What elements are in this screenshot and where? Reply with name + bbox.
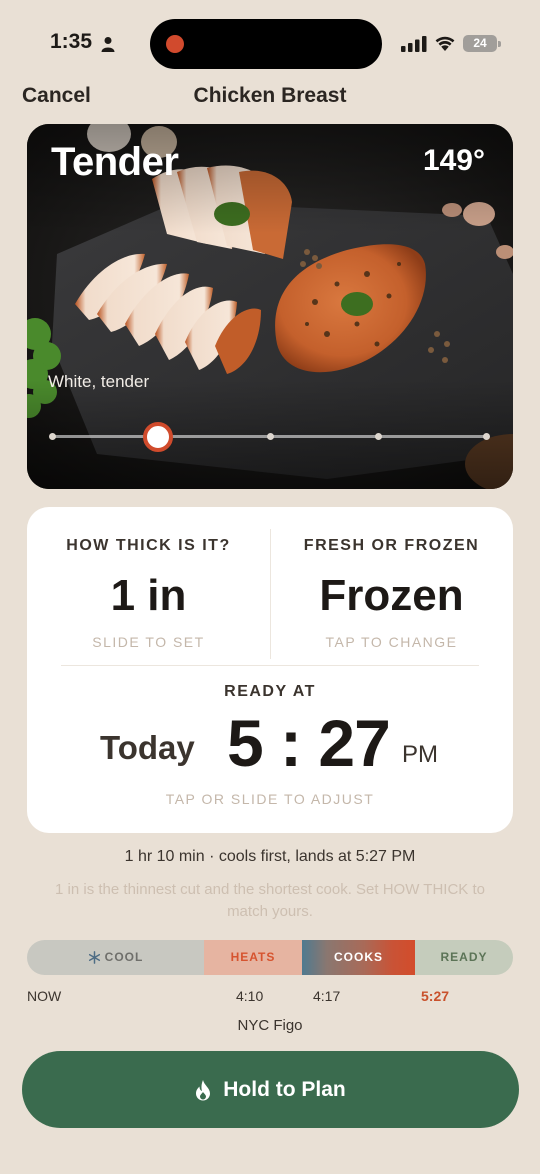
snowflake-icon xyxy=(88,951,100,965)
wifi-icon xyxy=(435,36,455,51)
doneness-hero-card: Tender 149° White, tender xyxy=(27,124,513,489)
doneness-stop[interactable] xyxy=(267,433,274,440)
battery-level: 24 xyxy=(473,36,487,50)
fresh-frozen-hint: TAP TO CHANGE xyxy=(325,634,458,650)
ready-time-picker[interactable]: 5 : 27 xyxy=(227,705,391,781)
cook-summary: 1 hr 10 min · cools first, lands at 5:27… xyxy=(124,848,416,865)
timeline-segment-cooks: COOKS xyxy=(302,940,415,975)
thickness-hint: SLIDE TO SET xyxy=(92,634,205,650)
doneness-stop[interactable] xyxy=(49,433,56,440)
battery-cap xyxy=(498,41,501,47)
hold-to-plan-button[interactable]: Hold to Plan xyxy=(22,1051,519,1128)
ready-day: Today xyxy=(100,729,195,766)
timeline-segment-ready: READY xyxy=(415,940,513,975)
doneness-slider-thumb[interactable] xyxy=(143,422,173,452)
fresh-frozen-toggle[interactable]: FRESH OR FROZEN Frozen TAP TO CHANGE xyxy=(270,507,513,659)
status-time: 1:35 xyxy=(50,30,93,53)
status-bar: 1:35 24 xyxy=(0,0,540,86)
timeline-label-cool: COOL xyxy=(104,950,144,964)
fresh-frozen-label: FRESH OR FROZEN xyxy=(303,537,480,554)
target-temperature: 149° xyxy=(422,144,485,177)
timeline-label-ready: READY xyxy=(440,950,488,964)
timeline-tick-heats: 4:10 xyxy=(236,988,264,1004)
person-icon xyxy=(101,37,115,52)
doneness-description: White, tender xyxy=(48,372,150,391)
dynamic-island xyxy=(150,19,382,69)
thickness-selector[interactable]: HOW THICK IS IT? 1 in SLIDE TO SET xyxy=(27,507,270,659)
thickness-tip: 1 in is the thinnest cut and the shortes… xyxy=(55,881,485,920)
row-divider xyxy=(61,665,479,666)
doneness-level: Tender xyxy=(51,140,179,184)
recording-indicator-icon xyxy=(166,35,184,53)
flame-icon xyxy=(196,1079,211,1100)
device-location: NYC Figo xyxy=(237,1017,303,1034)
timeline-segment-heats: HEATS xyxy=(204,940,302,975)
cancel-button[interactable]: Cancel xyxy=(22,84,91,108)
doneness-stop[interactable] xyxy=(483,433,490,440)
timeline-tick-now: NOW xyxy=(27,988,62,1004)
timeline-segment-cool: COOL xyxy=(27,940,204,975)
battery-icon: 24 xyxy=(463,35,497,52)
timeline-label-heats: HEATS xyxy=(230,950,276,964)
timeline-label-cooks: COOKS xyxy=(333,950,383,964)
timeline-tick-cooks: 4:17 xyxy=(313,988,341,1004)
doneness-stop[interactable] xyxy=(375,433,382,440)
fresh-frozen-value: Frozen xyxy=(319,571,464,620)
hold-to-plan-label: Hold to Plan xyxy=(223,1077,346,1101)
ready-time-hint: TAP OR SLIDE TO ADJUST xyxy=(165,791,375,807)
ready-ampm: PM xyxy=(402,741,438,768)
thickness-value: 1 in xyxy=(110,571,187,620)
thickness-label: HOW THICK IS IT? xyxy=(66,537,231,554)
ready-at-label: READY AT xyxy=(224,683,316,700)
cellular-signal-icon xyxy=(401,36,427,52)
cook-settings-card: HOW THICK IS IT? 1 in SLIDE TO SET FRESH… xyxy=(27,507,513,833)
timeline-tick-ready: 5:27 xyxy=(421,988,450,1004)
cook-timeline: COOL HEATS COOKS READY xyxy=(27,940,513,975)
